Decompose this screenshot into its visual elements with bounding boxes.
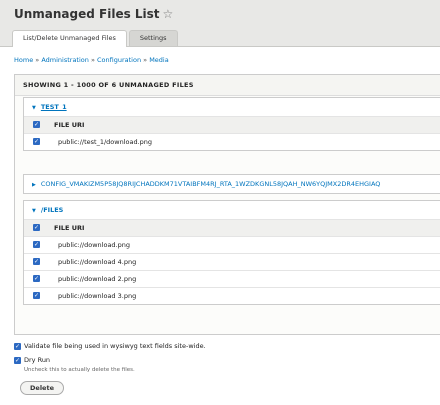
dry-run-option: ✓ Dry Run: [14, 356, 51, 364]
group-test-1: ▼ TEST_1 ✓ FILE URI ✓ public://test_1/dow…: [23, 97, 440, 151]
triangle-right-icon: ▶: [32, 182, 36, 188]
group-toggle[interactable]: ▼/FILES: [24, 201, 440, 219]
summary-heading: SHOWING 1 - 1000 OF 6 UNMANAGED FILES: [15, 75, 440, 96]
triangle-down-icon: ▼: [32, 208, 36, 214]
table-header: ✓ FILE URI: [24, 219, 440, 236]
unmanaged-files-panel: SHOWING 1 - 1000 OF 6 UNMANAGED FILES ▼ T…: [14, 74, 440, 335]
validate-option: ✓ Validate file being used in wysiwyg tex…: [14, 342, 206, 350]
page-title: Unmanaged Files List ☆: [14, 7, 174, 21]
group-config: ▶ CONFIG_VMAKIZM5P58JQ8RIJCHADDKM71VTAIBF…: [23, 174, 440, 194]
table-row: ✓ public://download.png: [24, 236, 440, 253]
group-toggle[interactable]: ▶ CONFIG_VMAKIZM5P58JQ8RIJCHADDKM71VTAIBF…: [24, 175, 440, 193]
row-checkbox[interactable]: ✓: [33, 258, 40, 265]
row-checkbox[interactable]: ✓: [33, 292, 40, 299]
validate-checkbox[interactable]: ✓: [14, 342, 21, 350]
breadcrumb: Home » Administration » Configuration » …: [14, 56, 169, 64]
breadcrumb-administration[interactable]: Administration: [41, 56, 89, 64]
triangle-down-icon: ▼: [32, 105, 36, 111]
group-toggle[interactable]: ▼ TEST_1: [24, 98, 440, 116]
row-checkbox[interactable]: ✓: [33, 275, 40, 282]
page-header: Unmanaged Files List ☆ List/Delete Unmana…: [0, 0, 440, 47]
dry-run-description: Uncheck this to actually delete the file…: [24, 367, 135, 373]
table-header: ✓ FILE URI: [24, 116, 440, 133]
select-all-checkbox[interactable]: ✓: [33, 121, 40, 128]
delete-button[interactable]: Delete: [20, 381, 64, 395]
row-checkbox[interactable]: ✓: [33, 241, 40, 248]
dry-run-checkbox[interactable]: ✓: [14, 356, 21, 364]
table-row: ✓ public://test_1/download.png: [24, 133, 440, 150]
table-row: ✓ public://download 2.png: [24, 270, 440, 287]
breadcrumb-media[interactable]: Media: [149, 56, 169, 64]
table-row: ✓ public://download 4.png: [24, 253, 440, 270]
group-files: ▼/FILES ✓ FILE URI ✓ public://download.p…: [23, 200, 440, 305]
star-icon[interactable]: ☆: [163, 7, 174, 21]
tab-settings[interactable]: Settings: [128, 30, 178, 46]
tabs: List/Delete Unmanaged Files Settings: [12, 30, 180, 47]
row-checkbox[interactable]: ✓: [33, 138, 40, 145]
select-all-checkbox[interactable]: ✓: [33, 224, 40, 231]
table-row: ✓ public://download 3.png: [24, 287, 440, 304]
tab-list-delete[interactable]: List/Delete Unmanaged Files: [12, 30, 127, 47]
breadcrumb-home[interactable]: Home: [14, 56, 33, 64]
breadcrumb-configuration[interactable]: Configuration: [97, 56, 141, 64]
